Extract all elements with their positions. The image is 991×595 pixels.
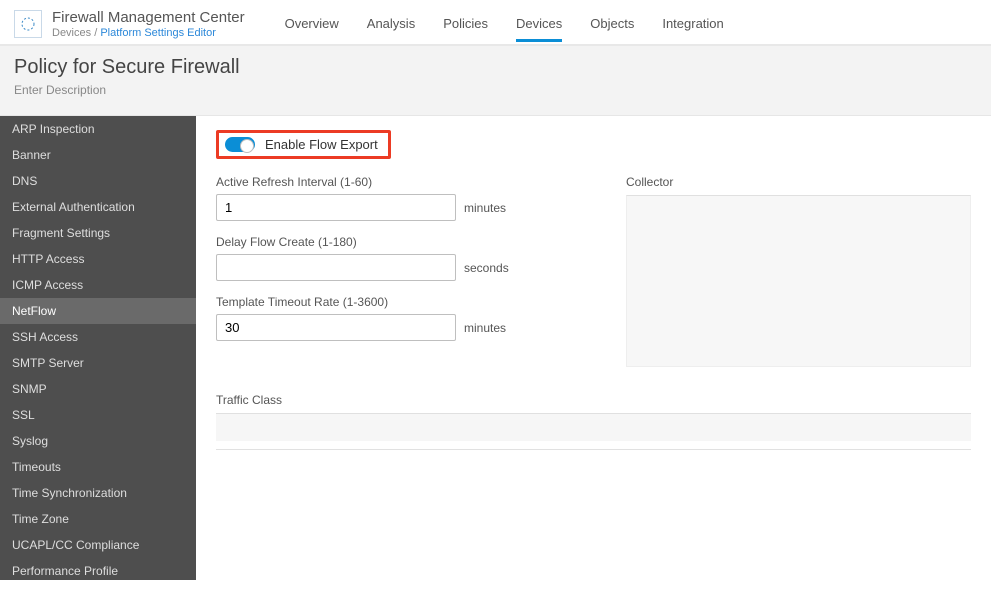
sidebar-item-external-authentication[interactable]: External Authentication [0,194,196,220]
delay-flow-unit: seconds [464,261,509,275]
sidebar-item-snmp[interactable]: SNMP [0,376,196,402]
main-content: Enable Flow Export Active Refresh Interv… [196,116,991,580]
sidebar-item-http-access[interactable]: HTTP Access [0,246,196,272]
sidebar-item-arp-inspection[interactable]: ARP Inspection [0,116,196,142]
enable-flow-export-label: Enable Flow Export [265,137,378,152]
tab-overview[interactable]: Overview [285,16,339,40]
sidebar-item-ucapl-cc-compliance[interactable]: UCAPL/CC Compliance [0,532,196,558]
sidebar-item-dns[interactable]: DNS [0,168,196,194]
subheader: Policy for Secure Firewall Enter Descrip… [0,46,991,116]
template-timeout-input[interactable] [216,314,456,341]
app-header: Firewall Management Center Devices / Pla… [0,0,991,46]
divider [216,449,971,450]
enable-flow-export-row: Enable Flow Export [216,130,391,159]
sidebar-item-timeouts[interactable]: Timeouts [0,454,196,480]
tab-policies[interactable]: Policies [443,16,488,40]
tab-objects[interactable]: Objects [590,16,634,40]
page-description[interactable]: Enter Description [14,83,977,97]
nav-tabs: Overview Analysis Policies Devices Objec… [285,7,724,40]
traffic-class-panel [216,413,971,441]
collector-label: Collector [626,175,971,189]
app-title: Firewall Management Center [52,9,245,26]
logo-block: Firewall Management Center Devices / Pla… [14,9,245,39]
firewall-icon [14,10,42,38]
active-refresh-unit: minutes [464,201,506,215]
active-refresh-label: Active Refresh Interval (1-60) [216,175,546,189]
sidebar-item-banner[interactable]: Banner [0,142,196,168]
breadcrumb-leaf[interactable]: Platform Settings Editor [100,27,216,39]
sidebar-item-netflow[interactable]: NetFlow [0,298,196,324]
tab-devices[interactable]: Devices [516,16,562,40]
sidebar-item-smtp-server[interactable]: SMTP Server [0,350,196,376]
sidebar-item-time-synchronization[interactable]: Time Synchronization [0,480,196,506]
breadcrumb-sep: / [94,27,97,39]
breadcrumb-root: Devices [52,27,91,39]
template-timeout-unit: minutes [464,321,506,335]
sidebar-item-ssh-access[interactable]: SSH Access [0,324,196,350]
collector-panel [626,195,971,367]
page-title: Policy for Secure Firewall [14,56,977,79]
sidebar: ARP Inspection Banner DNS External Authe… [0,116,196,580]
sidebar-item-icmp-access[interactable]: ICMP Access [0,272,196,298]
delay-flow-input[interactable] [216,254,456,281]
sidebar-item-time-zone[interactable]: Time Zone [0,506,196,532]
delay-flow-label: Delay Flow Create (1-180) [216,235,546,249]
active-refresh-input[interactable] [216,194,456,221]
template-timeout-label: Template Timeout Rate (1-3600) [216,295,546,309]
sidebar-item-fragment-settings[interactable]: Fragment Settings [0,220,196,246]
sidebar-item-performance-profile[interactable]: Performance Profile [0,558,196,580]
traffic-class-label: Traffic Class [216,393,971,407]
tab-analysis[interactable]: Analysis [367,16,415,40]
sidebar-item-ssl[interactable]: SSL [0,402,196,428]
breadcrumb: Devices / Platform Settings Editor [52,27,245,39]
tab-integration[interactable]: Integration [662,16,723,40]
enable-flow-export-toggle[interactable] [225,137,255,152]
sidebar-item-syslog[interactable]: Syslog [0,428,196,454]
